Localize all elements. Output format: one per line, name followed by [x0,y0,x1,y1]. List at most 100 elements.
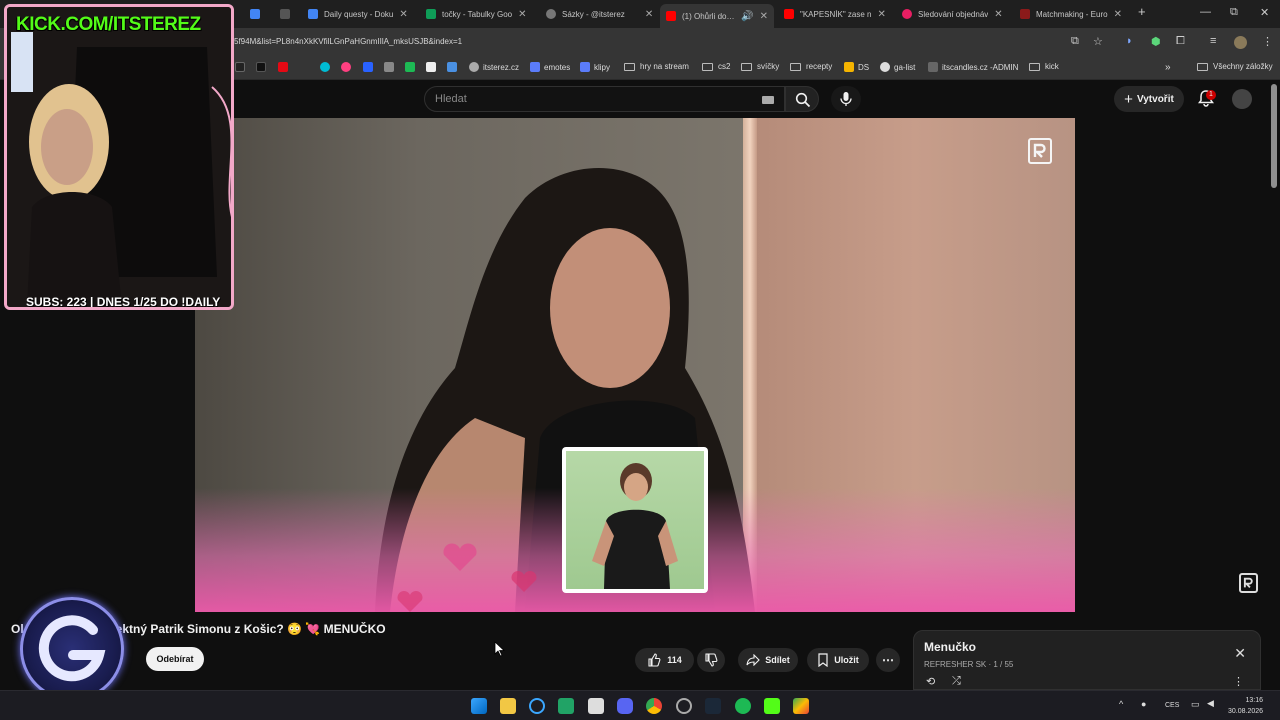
chevron-right-icon[interactable]: » [1165,62,1171,73]
close-icon[interactable]: ✕ [1114,9,1122,20]
tab-youtube-active[interactable]: (1) Ohůrli doslo 🔊 ✕ [660,4,774,28]
voice-search-button[interactable] [831,86,861,112]
bookmark-5[interactable] [341,62,355,72]
extension-icon[interactable]: ◗ [1126,35,1133,47]
create-button[interactable]: + Vytvořit [1114,86,1184,112]
bookmark-folder-hry[interactable]: hry na stream [624,62,689,71]
puzzle-icon[interactable]: ⧠ [1176,35,1185,48]
spotify-icon[interactable] [735,698,751,714]
subscribe-button[interactable]: Odebírat [146,647,204,671]
new-tab-button[interactable]: + [1138,4,1146,19]
chrome-icon[interactable] [646,698,662,714]
bookmark-folder-kick[interactable]: kick [1029,62,1059,71]
close-icon[interactable]: ✕ [399,9,407,20]
maximize-button[interactable]: ⧉ [1230,6,1238,19]
menu-kebab-icon[interactable]: ⋮ [1262,35,1273,48]
playlist-panel: Menučko REFRESHER SK · 1 / 55 ✕ ⟲ ⤮ ⋮ [913,630,1261,690]
avatar[interactable] [1232,89,1252,109]
loop-icon[interactable]: ⟲ [926,675,935,688]
language-indicator[interactable]: CES [1165,702,1179,709]
close-icon[interactable]: ✕ [994,9,1002,20]
microphone-icon [840,92,852,106]
close-icon[interactable]: ✕ [645,9,653,20]
tab-tabulky[interactable]: točky - Tabulky Goo ✕ [426,4,536,24]
bookmark-folder-recepty[interactable]: recepty [790,62,832,71]
reading-list-icon[interactable]: ≡ [1210,35,1216,47]
page-scrollbar[interactable] [1271,84,1277,188]
bookmark-10[interactable] [447,62,461,72]
capcut-icon[interactable] [588,698,604,714]
keyboard-icon[interactable] [762,96,774,104]
tab-kapesnik[interactable]: "KAPESNÍK" zase n ✕ [784,4,888,24]
bookmark-folder-cs2[interactable]: cs2 [702,62,730,71]
tab-sledovani[interactable]: Sledování objednáv ✕ [902,4,1008,24]
share-button[interactable]: Sdílet [738,648,798,672]
kick-icon[interactable] [764,698,780,714]
bookmark-x[interactable] [235,62,249,72]
faceit-icon [1020,9,1030,19]
dislike-button[interactable] [697,648,725,672]
bookmark-tiktok[interactable] [256,62,270,72]
bookmark-klipy[interactable]: klipy [580,62,610,72]
windows-start-icon[interactable] [471,698,487,714]
playlist-title[interactable]: Menučko [924,640,976,654]
minimize-button[interactable]: — [1200,6,1211,18]
tab-docs-mini[interactable] [246,4,270,24]
close-icon[interactable]: ✕ [518,9,526,20]
tab-sazky[interactable]: Sázky - @itsterez ✕ [546,4,656,24]
shuffle-icon[interactable]: ⤮ [952,675,961,688]
file-explorer-icon[interactable] [500,698,516,714]
search-input[interactable]: Hledat [424,86,785,112]
close-icon[interactable]: ✕ [878,9,886,20]
bookmark-icon [447,62,457,72]
bookmark-8[interactable] [405,62,419,72]
more-actions-button[interactable]: ⋯ [876,648,900,672]
search-button[interactable] [785,86,819,112]
tab-grey-mini[interactable] [276,4,300,24]
bookmark-paypal[interactable] [363,62,377,72]
save-button[interactable]: Uložit [807,648,869,672]
excel-icon[interactable] [558,698,574,714]
close-icon[interactable]: ✕ [760,11,768,22]
close-icon[interactable]: ✕ [1234,645,1246,662]
bookmark-ds[interactable]: DS [844,62,869,72]
star-icon[interactable]: ☆ [1093,35,1103,48]
bookmark-4[interactable] [320,62,334,72]
like-button[interactable]: 114 [635,648,694,672]
system-clock[interactable]: 13:16 30.08.2026 [1228,695,1263,717]
bookmark-9[interactable] [426,62,440,72]
bookmark-netflix[interactable] [278,62,292,72]
video-player[interactable] [195,118,1075,612]
bookmark-icon [928,62,938,72]
bookmark-label: ga-list [894,62,916,72]
bookmark-folder-svicky[interactable]: svíčky [741,62,779,71]
tab-daily-questy[interactable]: Daily questy - Doku ✕ [308,4,414,24]
c-app-icon[interactable] [529,698,545,714]
drive-icon[interactable] [793,698,809,714]
url-field[interactable]: 5f94M&list=PL8n4nXkKVfilLGnPaHGnmIIlA_mk… [234,37,462,46]
speaker-icon[interactable]: ◀ [1207,698,1214,709]
monitor-icon[interactable]: ▭ [1191,699,1200,710]
bookmark-emotes[interactable]: emotes [530,62,570,72]
bookmark-icon [405,62,415,72]
obs-icon[interactable] [676,698,692,714]
close-window-button[interactable]: ✕ [1260,6,1269,19]
speaker-icon[interactable]: 🔊 [741,11,753,22]
bookmark-7[interactable] [384,62,398,72]
tab-matchmaking[interactable]: Matchmaking - Euro ✕ [1020,4,1126,24]
all-bookmarks[interactable]: Všechny záložky [1197,62,1273,71]
bookmark-label: itscandles.cz -ADMIN [942,62,1019,72]
steam-icon[interactable] [705,698,721,714]
discord-icon[interactable] [617,698,633,714]
microphone-icon[interactable]: ● [1141,699,1146,709]
bookmark-ga-list[interactable]: ga-list [880,62,915,72]
folder-icon [702,62,713,71]
save-label: Uložit [834,655,859,665]
bookmark-itsterez[interactable]: itsterez.cz [469,62,519,72]
chevron-up-icon[interactable]: ^ [1119,699,1123,709]
install-icon[interactable]: ⧉ [1071,35,1079,48]
shield-extension-icon[interactable]: ⬢ [1151,35,1161,48]
profile-icon[interactable] [1234,36,1247,49]
bookmark-itscandles[interactable]: itscandles.cz -ADMIN [928,62,1018,72]
menu-kebab-icon[interactable]: ⋮ [1233,675,1244,688]
